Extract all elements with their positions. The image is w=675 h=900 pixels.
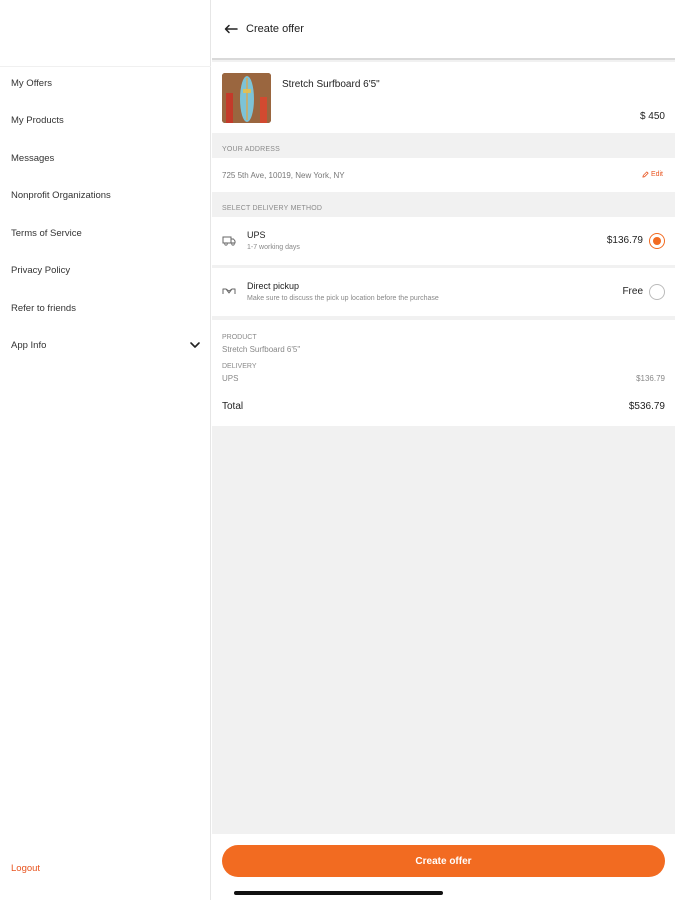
page-header: Create offer bbox=[212, 0, 675, 60]
logout-link[interactable]: Logout bbox=[11, 863, 40, 874]
summary-total-amount: $536.79 bbox=[628, 401, 665, 412]
delivery-section-label: SELECT DELIVERY METHOD bbox=[222, 205, 323, 212]
sidebar-item-messages[interactable]: Messages bbox=[11, 153, 54, 164]
handshake-icon bbox=[222, 288, 236, 294]
delivery-option-title: UPS bbox=[247, 230, 266, 240]
sidebar-item-privacy-policy[interactable]: Privacy Policy bbox=[11, 265, 70, 276]
pencil-icon bbox=[642, 171, 649, 178]
summary-product-label: PRODUCT bbox=[222, 334, 257, 341]
delivery-option-price: $136.79 bbox=[606, 235, 643, 246]
page-title: Create offer bbox=[246, 23, 304, 35]
sidebar-item-terms-of-service[interactable]: Terms of Service bbox=[11, 228, 82, 239]
summary-total-label: Total bbox=[222, 401, 244, 412]
edit-label: Edit bbox=[650, 171, 663, 178]
delivery-option-ups[interactable]: UPS 1-7 working days $136.79 bbox=[212, 217, 675, 265]
sidebar-item-my-products[interactable]: My Products bbox=[11, 115, 64, 126]
ups-radio[interactable] bbox=[649, 233, 665, 249]
summary-delivery-label: DELIVERY bbox=[222, 363, 257, 370]
arrow-left-icon[interactable] bbox=[224, 24, 238, 34]
delivery-option-direct-pickup[interactable]: Direct pickup Make sure to discuss the p… bbox=[212, 268, 675, 316]
delivery-option-subtitle: 1-7 working days bbox=[247, 244, 300, 251]
sidebar-item-my-offers[interactable]: My Offers bbox=[11, 78, 52, 89]
summary-delivery-amount: $136.79 bbox=[636, 374, 665, 383]
sidebar-item-refer-to-friends[interactable]: Refer to friends bbox=[11, 303, 76, 314]
chevron-down-icon[interactable] bbox=[189, 339, 201, 351]
pickup-radio[interactable] bbox=[649, 284, 665, 300]
truck-icon bbox=[222, 236, 236, 246]
create-offer-button[interactable]: Create offer bbox=[222, 845, 665, 877]
sidebar-divider bbox=[0, 66, 211, 67]
delivery-option-price: Free bbox=[622, 286, 643, 297]
create-offer-panel: Create offer Stretch Surfboard 6'5" $ 45… bbox=[212, 0, 675, 900]
product-card: Stretch Surfboard 6'5" $ 450 bbox=[212, 62, 675, 133]
home-indicator bbox=[234, 891, 443, 895]
summary-delivery-value: UPS bbox=[222, 374, 239, 383]
delivery-option-subtitle: Make sure to discuss the pick up locatio… bbox=[247, 295, 439, 302]
bottom-action-bar: Create offer bbox=[212, 834, 675, 900]
product-thumbnail bbox=[222, 73, 271, 123]
surfboard-image bbox=[222, 73, 271, 123]
address-row: 725 5th Ave, 10019, New York, NY Edit bbox=[212, 158, 675, 192]
address-value: 725 5th Ave, 10019, New York, NY bbox=[222, 171, 345, 180]
sidebar-item-nonprofit-organizations[interactable]: Nonprofit Organizations bbox=[11, 190, 111, 201]
edit-address-button[interactable]: Edit bbox=[642, 171, 663, 178]
order-summary: PRODUCT Stretch Surfboard 6'5" DELIVERY … bbox=[212, 320, 675, 426]
product-name: Stretch Surfboard 6'5" bbox=[282, 79, 380, 90]
summary-product-value: Stretch Surfboard 6'5" bbox=[222, 345, 301, 354]
sidebar-item-label: App Info bbox=[11, 339, 47, 351]
product-price: $ 450 bbox=[639, 111, 665, 122]
delivery-option-title: Direct pickup bbox=[247, 281, 300, 291]
address-section-label: YOUR ADDRESS bbox=[222, 146, 281, 153]
sidebar: My Offers My Products Messages Nonprofit… bbox=[0, 0, 211, 900]
sidebar-item-app-info[interactable]: App Info bbox=[11, 339, 201, 351]
